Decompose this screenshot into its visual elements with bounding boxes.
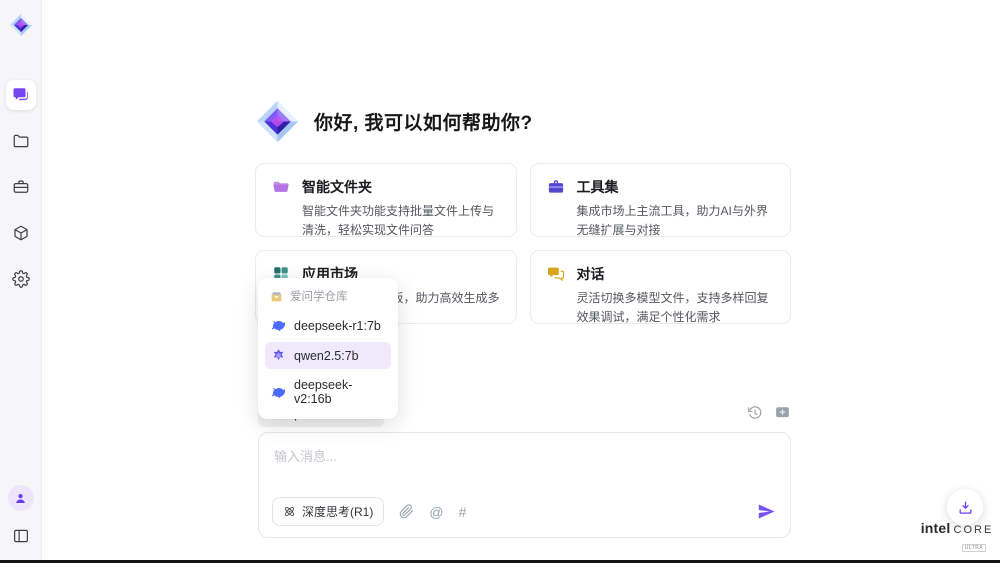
assistant-gem-icon xyxy=(255,99,300,144)
folder-icon xyxy=(12,132,30,150)
greeting: 你好, 我可以如何帮助你? xyxy=(255,99,533,144)
input-toolbar: 深度思考(R1) @ # xyxy=(272,497,776,526)
main-content: 你好, 我可以如何帮助你? 智能文件夹 智能文件夹功能支持批量文件上传与清洗，轻… xyxy=(255,0,791,563)
hash-icon[interactable]: # xyxy=(459,505,467,519)
sidebar-nav xyxy=(0,80,41,294)
repo-label: 爱问学仓库 xyxy=(290,288,348,304)
panel-toggle-icon xyxy=(12,527,30,545)
history-icon[interactable] xyxy=(747,405,763,421)
indigo-briefcase-icon xyxy=(547,178,565,196)
download-icon xyxy=(957,499,974,516)
purple-folder-icon xyxy=(272,178,290,196)
sidebar-item-chat[interactable] xyxy=(6,80,36,110)
app-logo-icon[interactable] xyxy=(9,13,33,37)
person-icon xyxy=(13,491,28,506)
gold-chat-icon xyxy=(547,265,565,283)
atom-icon xyxy=(283,505,296,518)
ultra-badge: ultra xyxy=(962,544,987,552)
model-repo-header: 爱问学仓库 xyxy=(265,285,391,309)
core-wordmark: core xyxy=(954,524,994,536)
new-chat-icon[interactable] xyxy=(774,404,791,421)
intel-wordmark: intel xyxy=(921,520,951,536)
model-option-label: deepseek-v2:16b xyxy=(294,378,385,406)
model-dropdown: 爱问学仓库 deepseek-r1:7b qwen2.5:7b xyxy=(258,278,398,419)
sidebar xyxy=(0,0,42,563)
sidebar-item-models[interactable] xyxy=(6,218,36,248)
model-option-qwen[interactable]: qwen2.5:7b xyxy=(265,342,391,369)
card-toolset[interactable]: 工具集 集成市场上主流工具，助力AI与外界无缝扩展与对接 xyxy=(530,163,792,237)
cube-icon xyxy=(12,224,30,242)
deep-think-label: 深度思考(R1) xyxy=(302,503,373,520)
chat-icon xyxy=(12,86,30,104)
model-option-label: deepseek-r1:7b xyxy=(294,319,381,333)
attachment-icon[interactable] xyxy=(399,504,414,519)
collapse-panel-button[interactable] xyxy=(6,521,36,551)
model-option-deepseek-r1[interactable]: deepseek-r1:7b xyxy=(265,312,391,339)
sidebar-item-settings[interactable] xyxy=(6,264,36,294)
chat-actions xyxy=(747,404,791,421)
qwen-icon xyxy=(271,348,286,363)
briefcase-icon xyxy=(12,178,30,196)
message-input[interactable] xyxy=(259,433,790,489)
card-dialog[interactable]: 对话 灵活切换多模型文件，支持多样回复效果调试，满足个性化需求 xyxy=(530,250,792,324)
card-description: 智能文件夹功能支持批量文件上传与清洗，轻松实现文件问答 xyxy=(302,202,500,237)
card-title: 对话 xyxy=(577,264,605,284)
sidebar-bottom xyxy=(0,485,41,551)
sidebar-item-folders[interactable] xyxy=(6,126,36,156)
greeting-title: 你好, 我可以如何帮助你? xyxy=(314,108,533,135)
repo-box-icon xyxy=(270,290,283,303)
card-title: 工具集 xyxy=(577,177,619,197)
send-button[interactable] xyxy=(757,502,776,521)
sidebar-item-toolbox[interactable] xyxy=(6,172,36,202)
model-option-label: qwen2.5:7b xyxy=(294,349,359,363)
card-description: 集成市场上主流工具，助力AI与外界无缝扩展与对接 xyxy=(577,202,775,237)
chat-input-box: 深度思考(R1) @ # xyxy=(258,432,791,538)
deepseek-whale-icon xyxy=(271,385,286,400)
intel-core-badge: intel core ultra xyxy=(922,520,992,554)
deepseek-whale-icon xyxy=(271,318,286,333)
deep-think-button[interactable]: 深度思考(R1) xyxy=(272,497,384,526)
card-smart-folder[interactable]: 智能文件夹 智能文件夹功能支持批量文件上传与清洗，轻松实现文件问答 xyxy=(255,163,517,237)
card-title: 智能文件夹 xyxy=(302,177,372,197)
card-description: 灵活切换多模型文件，支持多样回复效果调试，满足个性化需求 xyxy=(577,289,775,324)
user-avatar[interactable] xyxy=(8,485,34,511)
mention-icon[interactable]: @ xyxy=(429,505,443,519)
gear-icon xyxy=(12,270,30,288)
model-option-deepseek-v2[interactable]: deepseek-v2:16b xyxy=(265,372,391,412)
